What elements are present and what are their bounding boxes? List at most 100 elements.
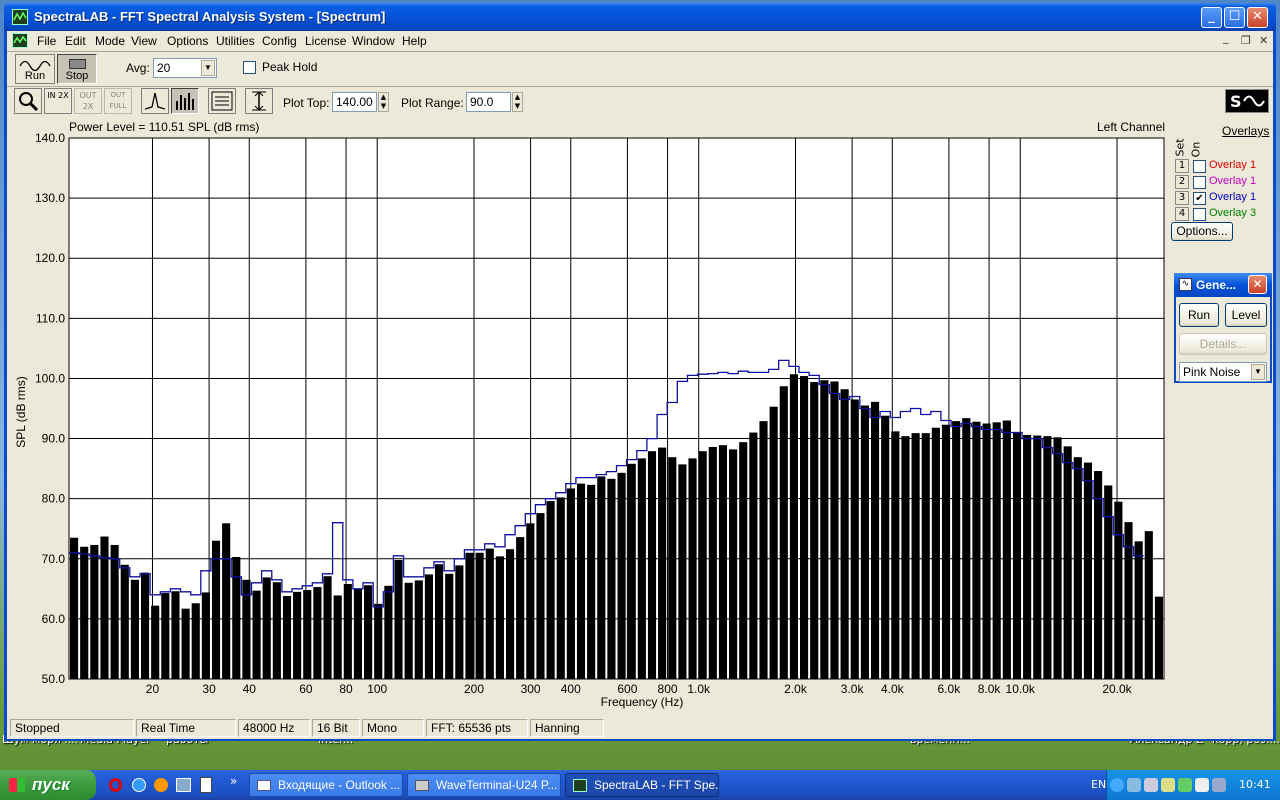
desktop-icon[interactable] [176,778,191,792]
usb-tray-icon[interactable] [1161,778,1175,792]
y-tick-label: 120.0 [35,251,65,265]
media-player-icon[interactable] [154,778,168,792]
spectrum-bar [70,537,79,679]
generator-close-button[interactable]: ✕ [1248,275,1267,294]
taskbar-item-outlook[interactable]: Входящие - Outlook ... [249,773,403,797]
start-label: пуск [32,775,70,794]
generator-run-button[interactable]: Run [1179,303,1219,327]
taskbar-item-waveterminal[interactable]: WaveTerminal-U24 P... [407,773,561,797]
overlay-set-4-button[interactable]: 4 [1175,207,1189,221]
x-tick-label: 300 [521,682,541,696]
y-tick-label: 50.0 [42,672,66,686]
generator-signal-select[interactable]: Pink Noise ▼ [1179,362,1267,382]
opera-icon[interactable] [109,778,122,792]
app-window: SpectraLAB - FFT Spectral Analysis Syste… [4,3,1276,741]
spectrum-bar [931,427,940,679]
x-tick-label: 400 [561,682,581,696]
on-column-label: On [1189,141,1203,158]
spectrum-bar [739,442,748,679]
tray-expand-icon[interactable] [1110,778,1124,792]
status-window: Hanning [530,719,604,737]
overlay-4-checkbox[interactable] [1193,208,1206,221]
network-icon[interactable] [1127,778,1141,792]
spectrum-bar [698,451,707,679]
overlay-set-3-button[interactable]: 3 [1175,191,1189,205]
spectrum-bar [1134,541,1143,679]
language-indicator[interactable]: EN [1091,778,1106,791]
overlay-options-button[interactable]: Options... [1171,222,1233,241]
speaker-icon[interactable] [1195,778,1209,792]
overlay-3-label: Overlay 1 [1209,191,1257,203]
spectrum-bar [647,451,657,679]
spectrum-bar [546,501,555,679]
spectrum-bar [972,421,981,679]
usb-icon [415,780,429,791]
spectrum-bar [1144,531,1153,679]
antivirus-icon[interactable] [1178,778,1192,792]
x-tick-label: 600 [617,682,637,696]
spectrum-bar [211,540,221,679]
spectrum-bar [789,374,798,679]
quicklaunch-more-icon[interactable]: » [230,774,237,788]
generator-title: Gene... [1196,278,1237,292]
spectrum-bar [1073,457,1082,679]
spectrum-bar [516,537,525,679]
spectrum-bar [414,580,423,679]
spectralab-icon [573,779,587,792]
overlay-4-label: Overlay 3 [1209,207,1257,219]
x-tick-label: 800 [658,682,678,696]
spectrum-bar [435,564,444,679]
set-column-label: Set [1173,138,1187,157]
taskbar: пуск » Входящие - Outlook ... WaveTermin… [0,770,1280,800]
spectrum-bar [1154,596,1163,679]
spectrum-bar [323,576,332,679]
spectrum-bar [445,573,454,679]
start-button[interactable]: пуск [0,770,96,800]
spectrum-bar [820,380,829,679]
notepad-icon[interactable] [200,777,212,793]
y-tick-label: 110.0 [36,311,65,325]
spectrum-bar [982,423,991,679]
monitor-icon[interactable] [1212,778,1226,792]
ie-icon[interactable] [132,778,146,792]
spectrum-bar [1053,437,1062,679]
spectrum-chart[interactable]: 50.0 60.0 70.0 80.0 90.0 100.0 110.0 120.0 130.0… [7,3,1277,717]
spectrum-bar [850,399,859,679]
spectrum-bar [992,422,1001,679]
spectrum-bar [424,574,433,679]
overlay-1-checkbox[interactable] [1193,160,1206,173]
spectrum-bar [901,436,910,679]
chevron-down-icon[interactable]: ▼ [1251,364,1265,380]
spectrum-bar [536,513,545,679]
generator-details-button[interactable]: Details... [1179,333,1267,355]
y-tick-label: 130.0 [35,191,65,205]
spectrum-bar [1023,434,1032,679]
windows-flag-icon [9,778,25,792]
spectrum-bar [404,582,413,679]
spectrum-bar [1104,485,1113,679]
generator-signal-value: Pink Noise [1183,365,1241,379]
spectrum-bar [140,572,150,679]
x-tick-label: 6.0k [938,682,962,696]
x-tick-label: 100 [367,682,387,696]
generator-title-bar[interactable]: ∿ Gene... ✕ [1174,273,1272,297]
spectrum-bar [333,595,342,679]
spectrum-bar [668,457,677,679]
overlay-set-2-button[interactable]: 2 [1175,175,1189,189]
battery-icon[interactable] [1144,778,1158,792]
y-tick-label: 70.0 [42,552,66,566]
spectrum-bar [860,405,869,679]
spectrum-bar [303,590,312,679]
taskbar-item-spectralab[interactable]: SpectraLAB - FFT Spe... [565,773,719,797]
spectrum-bar [597,476,606,679]
spectrum-bar [191,603,200,679]
overlay-3-checkbox[interactable]: ✔ [1193,192,1206,205]
spectrum-bar [921,433,930,679]
spectrum-bar [962,418,971,679]
spectrum-bar [800,376,809,679]
x-tick-label: 20 [146,682,160,696]
overlay-2-checkbox[interactable] [1193,176,1206,189]
overlay-set-1-button[interactable]: 1 [1175,159,1189,173]
generator-level-button[interactable]: Level [1225,303,1267,327]
spectrum-bar [455,565,464,679]
